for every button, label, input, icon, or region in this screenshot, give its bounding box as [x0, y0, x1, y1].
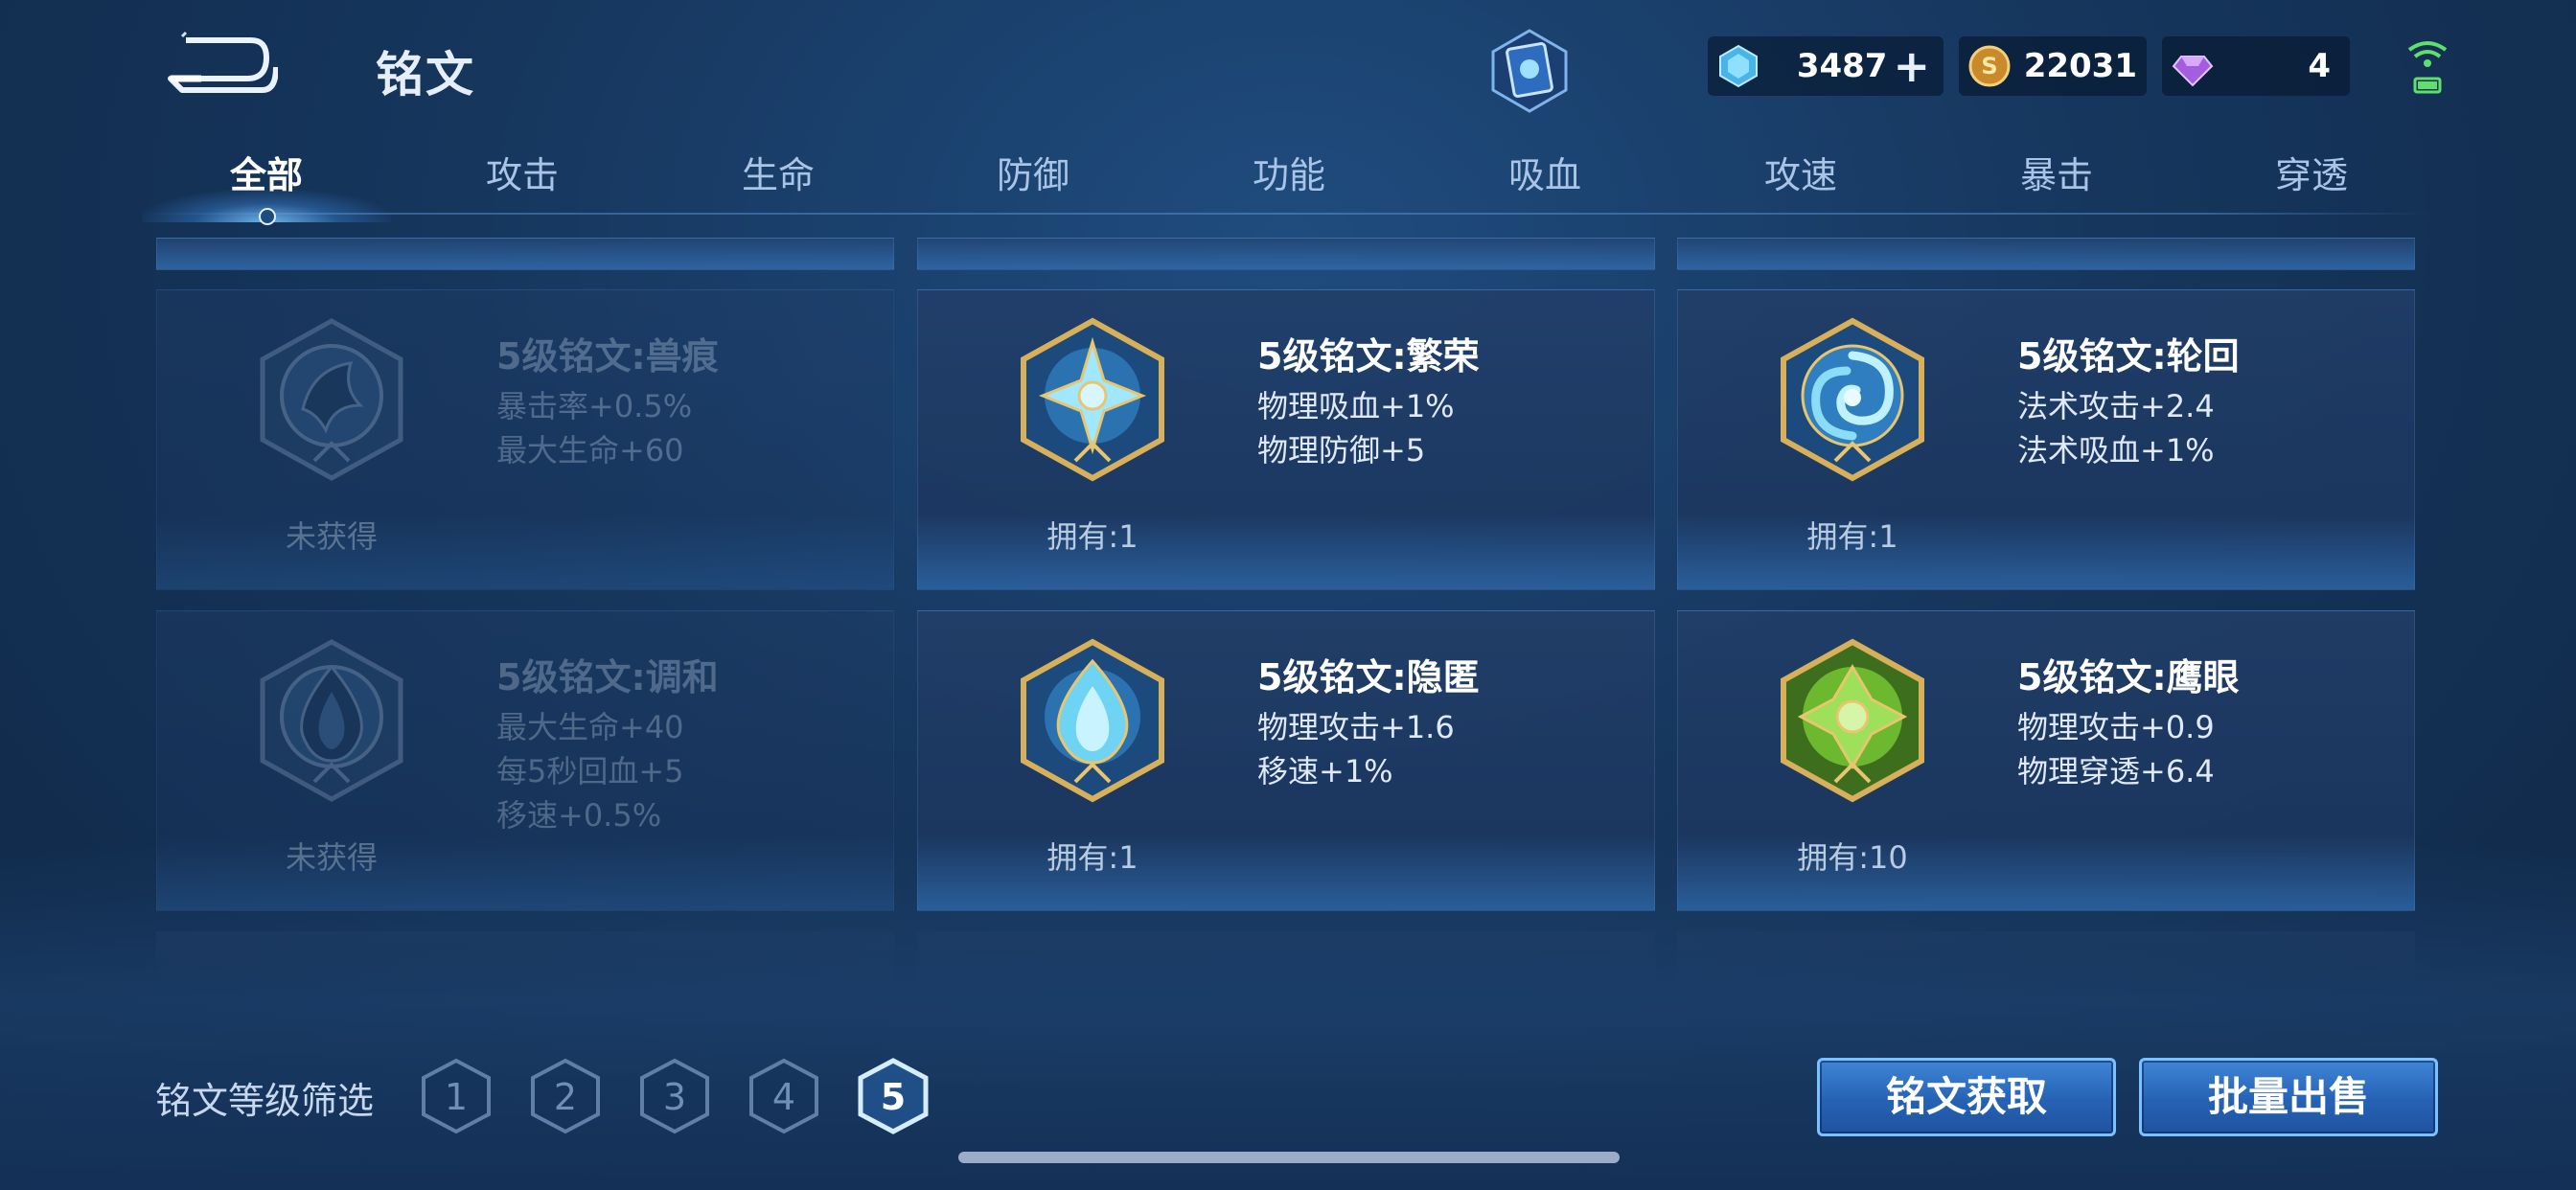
inscription-stat: 物理攻击+0.9 [2017, 709, 2215, 745]
inscription-name: 5级铭文:兽痕 [496, 335, 719, 378]
inscription-stat: 每5秒回血+5 [496, 753, 684, 790]
back-button[interactable] [163, 29, 279, 96]
level-filter-4[interactable]: 4 [748, 1058, 820, 1134]
level-filter-5[interactable]: 5 [857, 1058, 930, 1134]
inscription-card[interactable]: 5级铭文:轮回 法术攻击+2.4 法术吸血+1% 拥有:1 [1677, 289, 2415, 590]
inscription-name: 5级铭文:轮回 [2017, 335, 2240, 378]
crystal-currency: 4 [2162, 36, 2350, 96]
drop-emblem-icon [260, 639, 403, 802]
tab-critical[interactable]: 暴击 [1970, 146, 2143, 203]
back-arrow-icon [168, 31, 279, 93]
inscription-card[interactable]: 5级铭文:鹰眼 物理攻击+0.9 物理穿透+6.4 拥有:10 [1677, 610, 2415, 911]
inscription-stat: 物理穿透+6.4 [2017, 753, 2215, 790]
crystal-count: 4 [2308, 47, 2331, 85]
inscription-card-partial [156, 931, 894, 989]
inscription-stat: 最大生命+60 [496, 432, 684, 469]
card-strip [917, 238, 1655, 270]
inscription-stat: 物理吸血+1% [1257, 388, 1455, 424]
inscription-name: 5级铭文:鹰眼 [2017, 656, 2240, 698]
crystal-icon [2172, 56, 2214, 87]
flame-emblem-icon [1021, 638, 1164, 803]
inscription-stat: 最大生命+40 [496, 709, 684, 745]
tab-lifesteal[interactable]: 吸血 [1459, 146, 1631, 203]
level-number: 5 [881, 1076, 906, 1118]
batch-sell-button[interactable]: 批量出售 [2139, 1058, 2438, 1136]
level-number: 1 [445, 1076, 468, 1118]
tab-attack[interactable]: 攻击 [436, 146, 609, 203]
diamond-count: 3487 [1796, 47, 1888, 85]
inscription-stat: 移速+1% [1257, 753, 1393, 790]
wifi-icon [2407, 41, 2448, 94]
inscription-stat: 法术吸血+1% [2017, 432, 2215, 469]
tab-divider [144, 213, 2434, 215]
network-status [2404, 36, 2451, 98]
inscription-name: 5级铭文:隐匿 [1257, 656, 1480, 698]
inscription-card[interactable]: 5级铭文:兽痕 暴击率+0.5% 最大生命+60 未获得 [156, 289, 894, 590]
tab-defense[interactable]: 防御 [947, 146, 1119, 203]
star-emblem-icon [1021, 317, 1164, 482]
inscription-card[interactable]: 5级铭文:繁荣 物理吸血+1% 物理防御+5 拥有:1 [917, 289, 1655, 590]
owned-count: 未获得 [285, 839, 378, 876]
gold-currency: S 22031 [1959, 36, 2147, 96]
inscription-card-partial [1677, 931, 2415, 989]
swirl-emblem-icon [1781, 317, 1924, 482]
eagle-emblem-icon [1781, 638, 1924, 803]
inscription-stat: 法术攻击+2.4 [2017, 388, 2215, 424]
svg-text:S: S [1981, 53, 1997, 80]
level-filter-label: 铭文等级筛选 [155, 1080, 375, 1122]
owned-count: 拥有:10 [1797, 839, 1908, 876]
add-diamond-button[interactable]: + [1893, 44, 1930, 88]
gold-count: 22031 [2023, 47, 2137, 85]
level-filter-1[interactable]: 1 [420, 1058, 493, 1134]
inscription-card[interactable]: 5级铭文:隐匿 物理攻击+1.6 移速+1% 拥有:1 [917, 610, 1655, 911]
card-strip [156, 238, 894, 270]
inscription-stat: 物理防御+5 [1257, 432, 1426, 469]
inscription-stat: 物理攻击+1.6 [1257, 709, 1455, 745]
tab-penetration[interactable]: 穿透 [2225, 146, 2398, 203]
active-tab-indicator [259, 208, 276, 225]
inscription-stat: 暴击率+0.5% [496, 388, 693, 424]
card-strip [1677, 238, 2415, 270]
level-number: 4 [772, 1076, 795, 1118]
obtain-inscription-button[interactable]: 铭文获取 [1817, 1058, 2116, 1136]
leaf-emblem-icon [260, 318, 403, 481]
gold-coin-icon: S [1968, 45, 2011, 87]
tab-all[interactable]: 全部 [180, 146, 353, 203]
owned-count: 未获得 [285, 518, 378, 555]
inscription-name: 5级铭文:繁荣 [1257, 335, 1480, 378]
inscription-card-partial [917, 931, 1655, 989]
level-filter-2[interactable]: 2 [529, 1058, 602, 1134]
owned-count: 拥有:1 [1046, 518, 1138, 555]
inscription-book-button[interactable] [1484, 27, 1576, 113]
owned-count: 拥有:1 [1806, 518, 1898, 555]
level-number: 3 [663, 1076, 686, 1118]
level-number: 2 [554, 1076, 577, 1118]
diamond-currency: 3487 + [1708, 36, 1944, 96]
level-filter-3[interactable]: 3 [638, 1058, 711, 1134]
owned-count: 拥有:1 [1046, 839, 1138, 876]
inscription-name: 5级铭文:调和 [496, 656, 719, 698]
tab-health[interactable]: 生命 [692, 146, 864, 203]
book-icon [1491, 29, 1568, 113]
inscription-stat: 移速+0.5% [496, 797, 662, 834]
home-indicator[interactable] [958, 1152, 1620, 1163]
inscription-card[interactable]: 5级铭文:调和 最大生命+40 每5秒回血+5 移速+0.5% 未获得 [156, 610, 894, 911]
tab-attack-speed[interactable]: 攻速 [1714, 146, 1887, 203]
page-title: 铭文 [376, 47, 475, 103]
diamond-icon [1719, 44, 1758, 88]
tab-utility[interactable]: 功能 [1203, 146, 1375, 203]
